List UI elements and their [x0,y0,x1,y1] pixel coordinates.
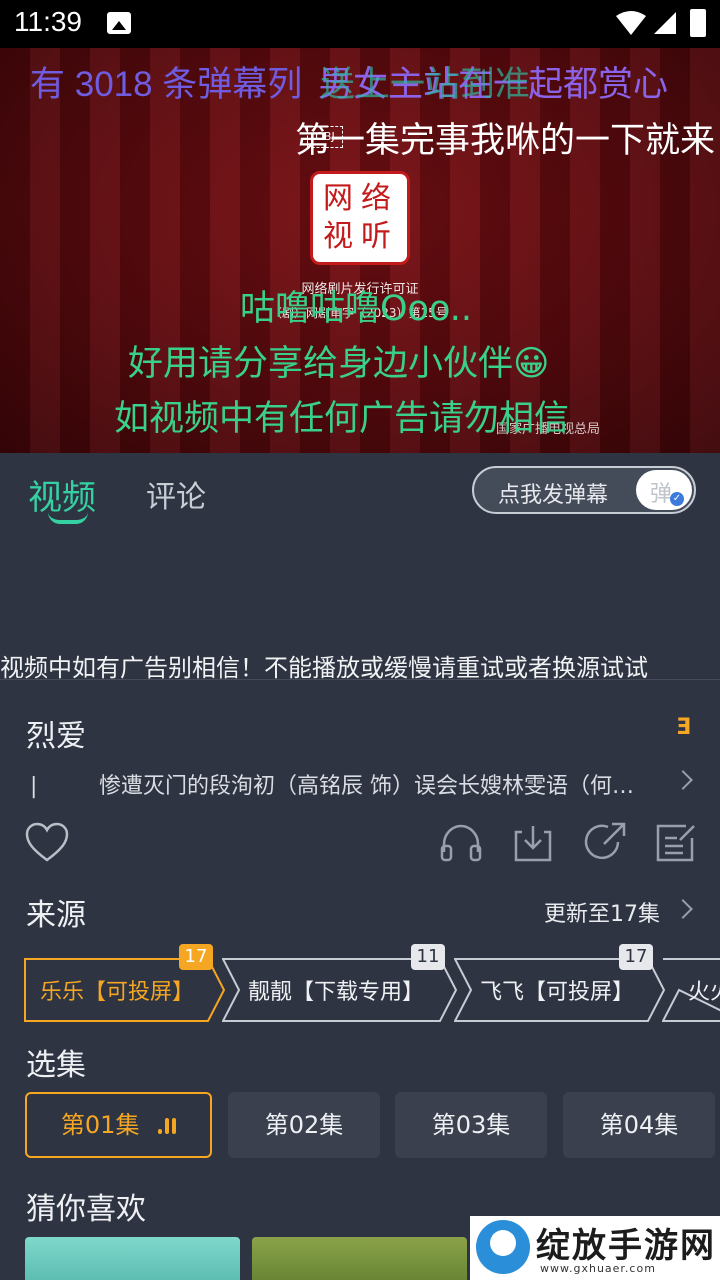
chevron-right-icon[interactable] [673,899,693,919]
update-status[interactable]: 更新至17集 [544,896,660,928]
recommend-title: 猜你喜欢 [26,1192,146,1227]
status-bar: 11:39 [0,0,720,48]
favorite-heart-icon[interactable] [24,820,70,866]
brand-icon: Ǝ [676,715,692,740]
site-watermark: 绽放手游网 www.gxhuaer.com [470,1216,720,1280]
source-count-badge: 17 [619,944,653,970]
recommend-thumbnail[interactable] [25,1237,240,1280]
network-audiovisual-seal: 网络视听 [310,171,410,265]
divider [0,679,720,680]
episode-label: 第01集 [60,1111,140,1139]
episode-item[interactable]: 第02集 [228,1092,380,1158]
share-icon[interactable] [582,820,628,866]
danmu-switch-char: 弹 [650,482,673,507]
chevron-right-icon[interactable] [673,770,693,790]
tab-comments[interactable]: 评论 [146,472,206,516]
episode-label: 第04集 [599,1111,679,1139]
source-label: 靓靓【下载专用】 [248,980,425,1005]
episodes-title: 选集 [26,1048,86,1083]
source-item[interactable]: 火火 [662,958,720,1022]
battery-icon [690,9,706,37]
tab-active-indicator [48,512,88,524]
synopsis-text: 惨遭灭门的段洵初（高铭辰 饰）误会长嫂林雯语（何… [99,774,634,799]
edit-note-icon[interactable] [652,820,698,866]
danmu-comment: 第一集完事我咻的一下就来 [295,121,716,161]
recommend-thumbnail[interactable] [252,1237,467,1280]
signal-icon [654,12,676,34]
source-count-badge: 17 [179,944,213,970]
danmu-comment: 送上一站到准 [320,65,531,105]
source-label: 火火 [688,980,720,1005]
synopsis-separator: | [30,774,38,799]
episode-label: 第03集 [431,1111,511,1139]
octopus-logo-icon [476,1220,530,1274]
danmu-comment: 好用请分享给身边小伙伴😀 [128,344,550,384]
source-item[interactable]: 乐乐【可投屏】 17 [24,944,226,1022]
check-icon: ✓ [670,492,684,506]
download-icon[interactable] [510,820,556,866]
source-label: 乐乐【可投屏】 [40,980,195,1005]
notice-marquee: 视频中如有广告别相信！不能播放或缓慢请重试或者换源试试 [0,654,648,682]
status-time: 11:39 [14,6,82,37]
sources-title: 来源 [26,898,86,933]
wifi-icon [616,11,646,35]
danmu-switch[interactable]: 弹 ✓ [636,470,692,510]
source-label: 飞飞【可投屏】 [480,980,635,1005]
headphones-icon[interactable] [438,820,484,866]
danmu-count-text: 有 3018 条弹幕列 [30,65,303,104]
send-danmu-label: 点我发弹幕 [498,483,609,508]
episode-item[interactable]: 第04集 [563,1092,715,1158]
app-screen: 11:39 网络视听 网络剧片发行许可证 （剧）网剧审字（2023）第15号 国… [0,0,720,1280]
send-danmu-button[interactable]: 点我发弹幕 弹 ✓ [472,466,696,514]
seal-text: 网络视听 [323,181,399,254]
danmu-comment: 如视频中有任何广告请勿相信 [114,399,570,439]
danmu-comment: 咕噜咕噜Ooo.. [240,289,473,329]
episode-label: 第02集 [264,1111,344,1139]
episode-item[interactable]: 第01集 [25,1092,212,1158]
source-item[interactable]: 靓靓【下载专用】 11 [222,944,458,1022]
source-count-badge: 11 [411,944,445,970]
playing-icon [155,1095,177,1157]
watermark-url: www.gxhuaer.com [540,1262,656,1275]
drama-title: 烈爱 [26,719,86,754]
watermark-title: 绽放手游网 [536,1226,716,1266]
video-player[interactable]: 网络视听 网络剧片发行许可证 （剧）网剧审字（2023）第15号 国家广播电视总… [0,48,720,453]
image-notification-icon [107,12,131,34]
episode-item[interactable]: 第03集 [395,1092,547,1158]
synopsis[interactable]: | 惨遭灭门的段洵初（高铭辰 饰）误会长嫂林雯语（何… [30,768,670,800]
source-item[interactable]: 飞飞【可投屏】 17 [454,944,666,1022]
